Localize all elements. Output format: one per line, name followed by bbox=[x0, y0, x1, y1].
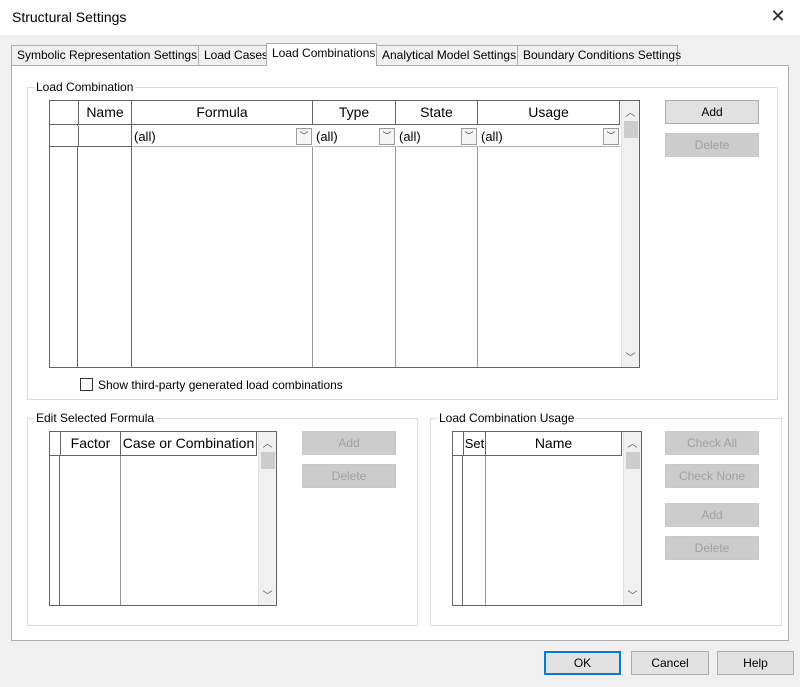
filter-state-value: (all) bbox=[399, 129, 421, 144]
scroll-up-icon[interactable]: ︿ bbox=[624, 435, 641, 450]
filter-row-header bbox=[50, 126, 79, 147]
cancel-button[interactable]: Cancel bbox=[631, 651, 709, 675]
scroll-down-icon[interactable]: ﹀ bbox=[259, 587, 276, 602]
filter-state[interactable]: (all) ﹀ bbox=[397, 126, 478, 147]
column-divider bbox=[312, 147, 313, 367]
ok-button[interactable]: OK bbox=[544, 651, 621, 675]
load-combination-add-button[interactable]: Add bbox=[665, 100, 759, 124]
tab-boundary-conditions[interactable]: Boundary Conditions Settings bbox=[517, 45, 681, 65]
column-header-name[interactable]: Name bbox=[486, 432, 622, 456]
filter-formula[interactable]: (all) ﹀ bbox=[132, 126, 313, 147]
filter-type[interactable]: (all) ﹀ bbox=[314, 126, 396, 147]
row-header-column bbox=[453, 432, 463, 605]
usage-delete-button[interactable]: Delete bbox=[665, 536, 759, 560]
column-header-case-or-combination[interactable]: Case or Combination bbox=[121, 432, 257, 456]
load-combination-grid[interactable]: Name Formula Type State Usage (all) ﹀ (a… bbox=[49, 100, 640, 368]
column-header-factor[interactable]: Factor bbox=[61, 432, 121, 456]
corner-header bbox=[50, 101, 79, 125]
tab-analytical-model[interactable]: Analytical Model Settings bbox=[376, 45, 518, 65]
title-bar: Structural Settings ✕ bbox=[0, 0, 800, 35]
load-combination-group-label: Load Combination bbox=[34, 80, 136, 94]
scroll-thumb[interactable] bbox=[626, 452, 640, 469]
usage-add-button[interactable]: Add bbox=[665, 503, 759, 527]
chevron-down-icon[interactable]: ﹀ bbox=[379, 128, 395, 145]
column-header-type[interactable]: Type bbox=[313, 101, 396, 125]
column-divider bbox=[120, 456, 121, 605]
chevron-down-icon[interactable]: ﹀ bbox=[461, 128, 477, 145]
close-icon[interactable]: ✕ bbox=[768, 6, 788, 27]
chevron-down-icon[interactable]: ﹀ bbox=[603, 128, 619, 145]
third-party-checkbox-label: Show third-party generated load combinat… bbox=[98, 378, 343, 392]
load-combination-scrollbar[interactable]: ︿ ﹀ bbox=[621, 101, 639, 367]
usage-scrollbar[interactable]: ︿ ﹀ bbox=[623, 432, 641, 605]
column-divider bbox=[485, 456, 486, 605]
formula-add-button[interactable]: Add bbox=[302, 431, 396, 455]
tab-load-cases[interactable]: Load Cases bbox=[198, 45, 268, 65]
tab-load-combinations[interactable]: Load Combinations bbox=[266, 43, 377, 66]
scroll-thumb[interactable] bbox=[261, 452, 275, 469]
scroll-up-icon[interactable]: ︿ bbox=[259, 435, 276, 450]
column-divider bbox=[477, 147, 478, 367]
usage-group: Load Combination Usage Set Name ︿ ﹀ Chec… bbox=[430, 411, 782, 626]
scroll-down-icon[interactable]: ﹀ bbox=[622, 349, 639, 364]
formula-delete-button[interactable]: Delete bbox=[302, 464, 396, 488]
tab-panel: Load Combination Name Formula Type State… bbox=[11, 65, 789, 641]
column-header-formula[interactable]: Formula bbox=[132, 101, 313, 125]
formula-scrollbar[interactable]: ︿ ﹀ bbox=[258, 432, 276, 605]
formula-grid[interactable]: Factor Case or Combination ︿ ﹀ bbox=[49, 431, 277, 606]
check-none-button[interactable]: Check None bbox=[665, 464, 759, 488]
usage-group-label: Load Combination Usage bbox=[437, 411, 577, 425]
row-header-column bbox=[50, 432, 60, 605]
check-all-button[interactable]: Check All bbox=[665, 431, 759, 455]
load-combination-delete-button[interactable]: Delete bbox=[665, 133, 759, 157]
window-title: Structural Settings bbox=[12, 9, 127, 25]
filter-formula-value: (all) bbox=[134, 129, 156, 144]
column-header-set[interactable]: Set bbox=[464, 432, 486, 456]
chevron-down-icon[interactable]: ﹀ bbox=[296, 128, 312, 145]
load-combination-group: Load Combination Name Formula Type State… bbox=[27, 80, 778, 400]
column-header-state[interactable]: State bbox=[396, 101, 478, 125]
filter-usage[interactable]: (all) ﹀ bbox=[479, 126, 620, 147]
scroll-up-icon[interactable]: ︿ bbox=[622, 104, 639, 119]
help-button[interactable]: Help bbox=[717, 651, 794, 675]
scroll-thumb[interactable] bbox=[624, 121, 638, 138]
scroll-down-icon[interactable]: ﹀ bbox=[624, 587, 641, 602]
usage-grid[interactable]: Set Name ︿ ﹀ bbox=[452, 431, 642, 606]
filter-name bbox=[79, 126, 132, 147]
column-header-usage[interactable]: Usage bbox=[478, 101, 620, 125]
column-header-name[interactable]: Name bbox=[79, 101, 132, 125]
column-divider bbox=[131, 125, 132, 367]
filter-usage-value: (all) bbox=[481, 129, 503, 144]
edit-formula-group-label: Edit Selected Formula bbox=[34, 411, 157, 425]
third-party-checkbox[interactable] bbox=[80, 378, 93, 391]
column-divider bbox=[395, 147, 396, 367]
tab-symbolic-representation[interactable]: Symbolic Representation Settings bbox=[11, 45, 199, 65]
corner-header bbox=[453, 432, 464, 456]
corner-header bbox=[50, 432, 61, 456]
edit-formula-group: Edit Selected Formula Factor Case or Com… bbox=[27, 411, 418, 626]
filter-type-value: (all) bbox=[316, 129, 338, 144]
